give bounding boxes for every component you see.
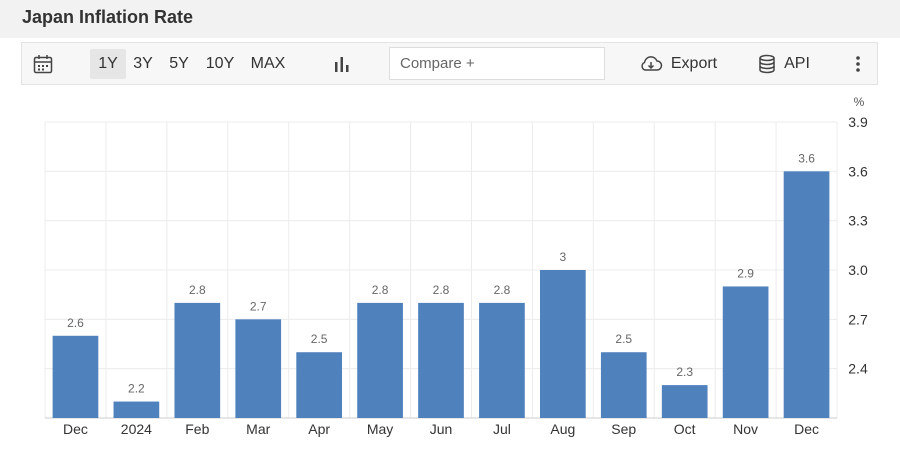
- bar-value-label: 2.6: [67, 316, 84, 330]
- x-tick-label: Jul: [493, 421, 511, 437]
- bar-value-label: 3: [560, 250, 567, 264]
- range-3y-button[interactable]: 3Y: [128, 49, 158, 79]
- calendar-icon: [33, 54, 53, 73]
- x-tick-label: Jun: [430, 421, 453, 437]
- compare-input[interactable]: Compare +: [389, 47, 605, 80]
- bar-chart-icon: [335, 56, 349, 72]
- x-tick-label: Dec: [63, 421, 88, 437]
- x-tick-label: Apr: [308, 421, 330, 437]
- bar-value-label: 2.7: [250, 299, 267, 313]
- bar-value-label: 2.5: [615, 332, 632, 346]
- bar: [418, 302, 464, 418]
- x-tick-label: Nov: [733, 421, 758, 437]
- bar-value-label: 2.8: [189, 283, 206, 297]
- bar: [235, 319, 282, 418]
- bar-value-label: 2.8: [433, 283, 450, 297]
- api-button[interactable]: API: [754, 43, 814, 84]
- export-label: Export: [670, 54, 718, 72]
- bar: [52, 335, 99, 418]
- bar: [722, 286, 769, 418]
- x-tick-label: May: [367, 421, 393, 437]
- more-options-button[interactable]: [848, 43, 868, 84]
- y-tick-label: 3.0: [848, 262, 868, 278]
- x-tick-label: Feb: [185, 421, 209, 437]
- bar-value-label: 3.6: [798, 151, 815, 165]
- y-unit-label: %: [854, 95, 865, 109]
- cloud-download-icon: [641, 55, 663, 71]
- y-tick-label: 3.9: [848, 114, 868, 130]
- chart-type-button[interactable]: [327, 43, 357, 84]
- bar: [600, 352, 647, 418]
- more-vertical-icon: [856, 55, 860, 72]
- chart-toolbar: 1Y 3Y 5Y 10Y MAX Compare + Export API: [21, 42, 878, 85]
- y-tick-label: 3.6: [848, 163, 868, 179]
- bar-value-label: 2.9: [737, 266, 754, 280]
- bar: [540, 270, 586, 418]
- range-10y-button[interactable]: 10Y: [202, 49, 238, 79]
- bar: [479, 302, 525, 418]
- x-tick-label: Aug: [550, 421, 575, 437]
- bar-value-label: 2.3: [676, 365, 693, 379]
- bar-value-label: 2.8: [494, 283, 511, 297]
- bar: [357, 302, 403, 418]
- inflation-bar-chart: 2.4 2.7 3.0 3.3 3.6 3.9 2.6 Dec 2.2 2024 2.8 Feb 2.7…: [44, 95, 868, 437]
- bar-value-label: 2.5: [311, 332, 328, 346]
- y-tick-label: 3.3: [848, 213, 868, 229]
- bar: [783, 171, 830, 418]
- chart-area: 2.4 2.7 3.0 3.3 3.6 3.9 2.6 Dec 2.2 2024 2.8 Feb 2.7…: [21, 85, 878, 457]
- calendar-button[interactable]: [28, 43, 58, 84]
- y-tick-label: 2.7: [848, 311, 868, 327]
- range-1y-button[interactable]: 1Y: [90, 49, 126, 79]
- bar: [174, 302, 221, 418]
- x-tick-label: Mar: [246, 421, 270, 437]
- page-title: Japan Inflation Rate: [22, 7, 194, 27]
- x-tick-label: Sep: [611, 421, 636, 437]
- x-tick-label: Oct: [674, 421, 696, 437]
- x-tick-label: 2024: [121, 421, 152, 437]
- range-max-button[interactable]: MAX: [246, 49, 290, 79]
- bar: [296, 352, 342, 418]
- bar-value-label: 2.2: [128, 382, 145, 396]
- api-label: API: [784, 54, 810, 72]
- x-tick-label: Dec: [794, 421, 819, 437]
- y-tick-label: 2.4: [848, 361, 868, 377]
- bar: [113, 401, 160, 418]
- title-bar: Japan Inflation Rate: [0, 0, 900, 38]
- bar-value-label: 2.8: [372, 283, 389, 297]
- range-5y-button[interactable]: 5Y: [164, 49, 194, 79]
- export-button[interactable]: Export: [636, 43, 720, 84]
- bar: [661, 385, 708, 418]
- database-icon: [759, 54, 775, 73]
